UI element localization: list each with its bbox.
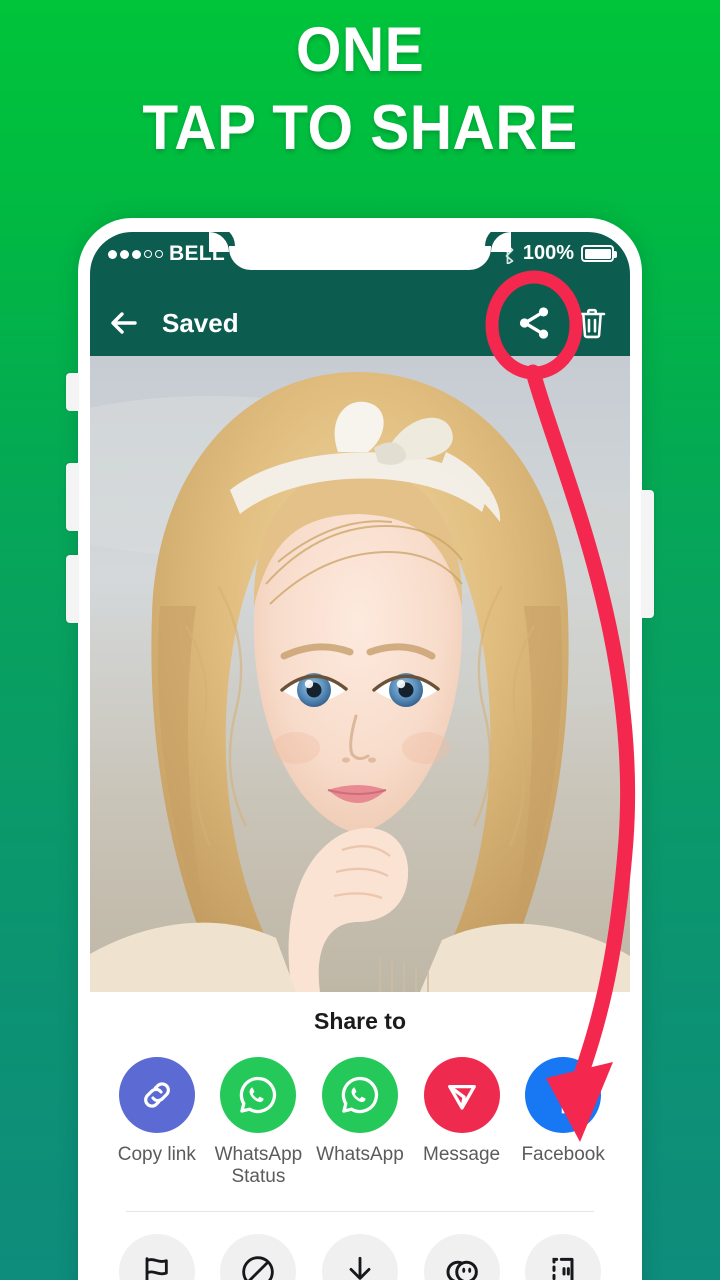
phone-mockup: BELL 100% Saved Share to Copy link Whats…: [66, 218, 654, 1280]
share-target-label: Facebook: [521, 1144, 605, 1165]
share-target-whatsapp[interactable]: WhatsApp: [310, 1057, 410, 1166]
promo-line-1: ONE: [295, 15, 425, 85]
whatsapp-icon: [240, 1076, 277, 1114]
share-target-message[interactable]: Message: [412, 1057, 512, 1166]
promo-line-2: TAP TO SHARE: [142, 92, 578, 163]
delete-button[interactable]: [570, 301, 614, 345]
share-target-whatsapp-status[interactable]: WhatsApp Status: [208, 1057, 308, 1189]
share-icon[interactable]: [515, 304, 553, 342]
share-sheet: Share to Copy link WhatsApp Status Whats…: [90, 992, 630, 1280]
crop-icon: [552, 1257, 574, 1280]
trash-icon[interactable]: [574, 305, 610, 341]
carrier-label: BELL: [169, 242, 226, 265]
share-target-copy-link[interactable]: Copy link: [107, 1057, 207, 1166]
signal-strength-icon: [108, 249, 163, 259]
share-target-facebook[interactable]: Facebook: [513, 1057, 613, 1166]
whatsapp-badge: [321, 1057, 398, 1133]
link-icon: [143, 1082, 170, 1108]
share-target-label: WhatsApp: [316, 1144, 404, 1165]
share-button[interactable]: [512, 301, 556, 345]
silent-switch-button[interactable]: [66, 373, 79, 411]
block-button[interactable]: [220, 1233, 297, 1280]
block-icon: [242, 1256, 275, 1280]
page-title: Saved: [162, 307, 239, 338]
facebook-icon: [556, 1080, 574, 1114]
whatsapp-status-badge: [220, 1057, 297, 1133]
message-badge: [423, 1057, 500, 1133]
share-sheet-title: Share to: [313, 1008, 407, 1034]
share-target-label: Copy link: [117, 1144, 196, 1165]
whatsapp-icon: [341, 1076, 379, 1114]
power-button[interactable]: [641, 490, 654, 618]
photo-image: [90, 356, 630, 992]
copy-link-badge: [118, 1057, 195, 1133]
app-bar: Saved: [90, 290, 630, 356]
promo-headline: ONE TAP TO SHARE: [0, 15, 720, 163]
notch-cutout: [209, 232, 511, 270]
status-bar-left: BELL: [108, 242, 225, 266]
volume-down-button[interactable]: [66, 555, 79, 623]
share-target-label: WhatsApp Status: [214, 1144, 303, 1188]
report-button[interactable]: [118, 1233, 195, 1280]
promo-screen: ONE TAP TO SHARE BELL 100% Saved Share t…: [0, 0, 720, 1280]
battery-full-icon: [581, 245, 617, 262]
photo-preview[interactable]: [90, 356, 630, 992]
back-arrow-icon[interactable]: [108, 307, 140, 339]
status-bar: BELL 100%: [90, 232, 630, 290]
stickers-button[interactable]: [423, 1233, 500, 1280]
share-targets-row: Copy link WhatsApp Status WhatsApp Messa…: [90, 1057, 630, 1189]
send-icon: [447, 1084, 476, 1110]
app-viewport: BELL 100% Saved Share to Copy link Whats…: [90, 232, 630, 1280]
share-target-label: Message: [423, 1144, 501, 1165]
status-bar-right: 100%: [503, 242, 617, 265]
volume-up-button[interactable]: [66, 463, 79, 531]
crop-button[interactable]: [525, 1233, 602, 1280]
download-button[interactable]: [321, 1233, 398, 1280]
download-icon: [349, 1256, 371, 1280]
bluetooth-icon: [505, 243, 514, 264]
tools-row: [90, 1212, 630, 1280]
stickers-icon: [446, 1260, 478, 1280]
facebook-badge: [525, 1057, 602, 1133]
battery-percent-label: 100%: [522, 242, 574, 264]
flag-icon: [145, 1257, 168, 1280]
